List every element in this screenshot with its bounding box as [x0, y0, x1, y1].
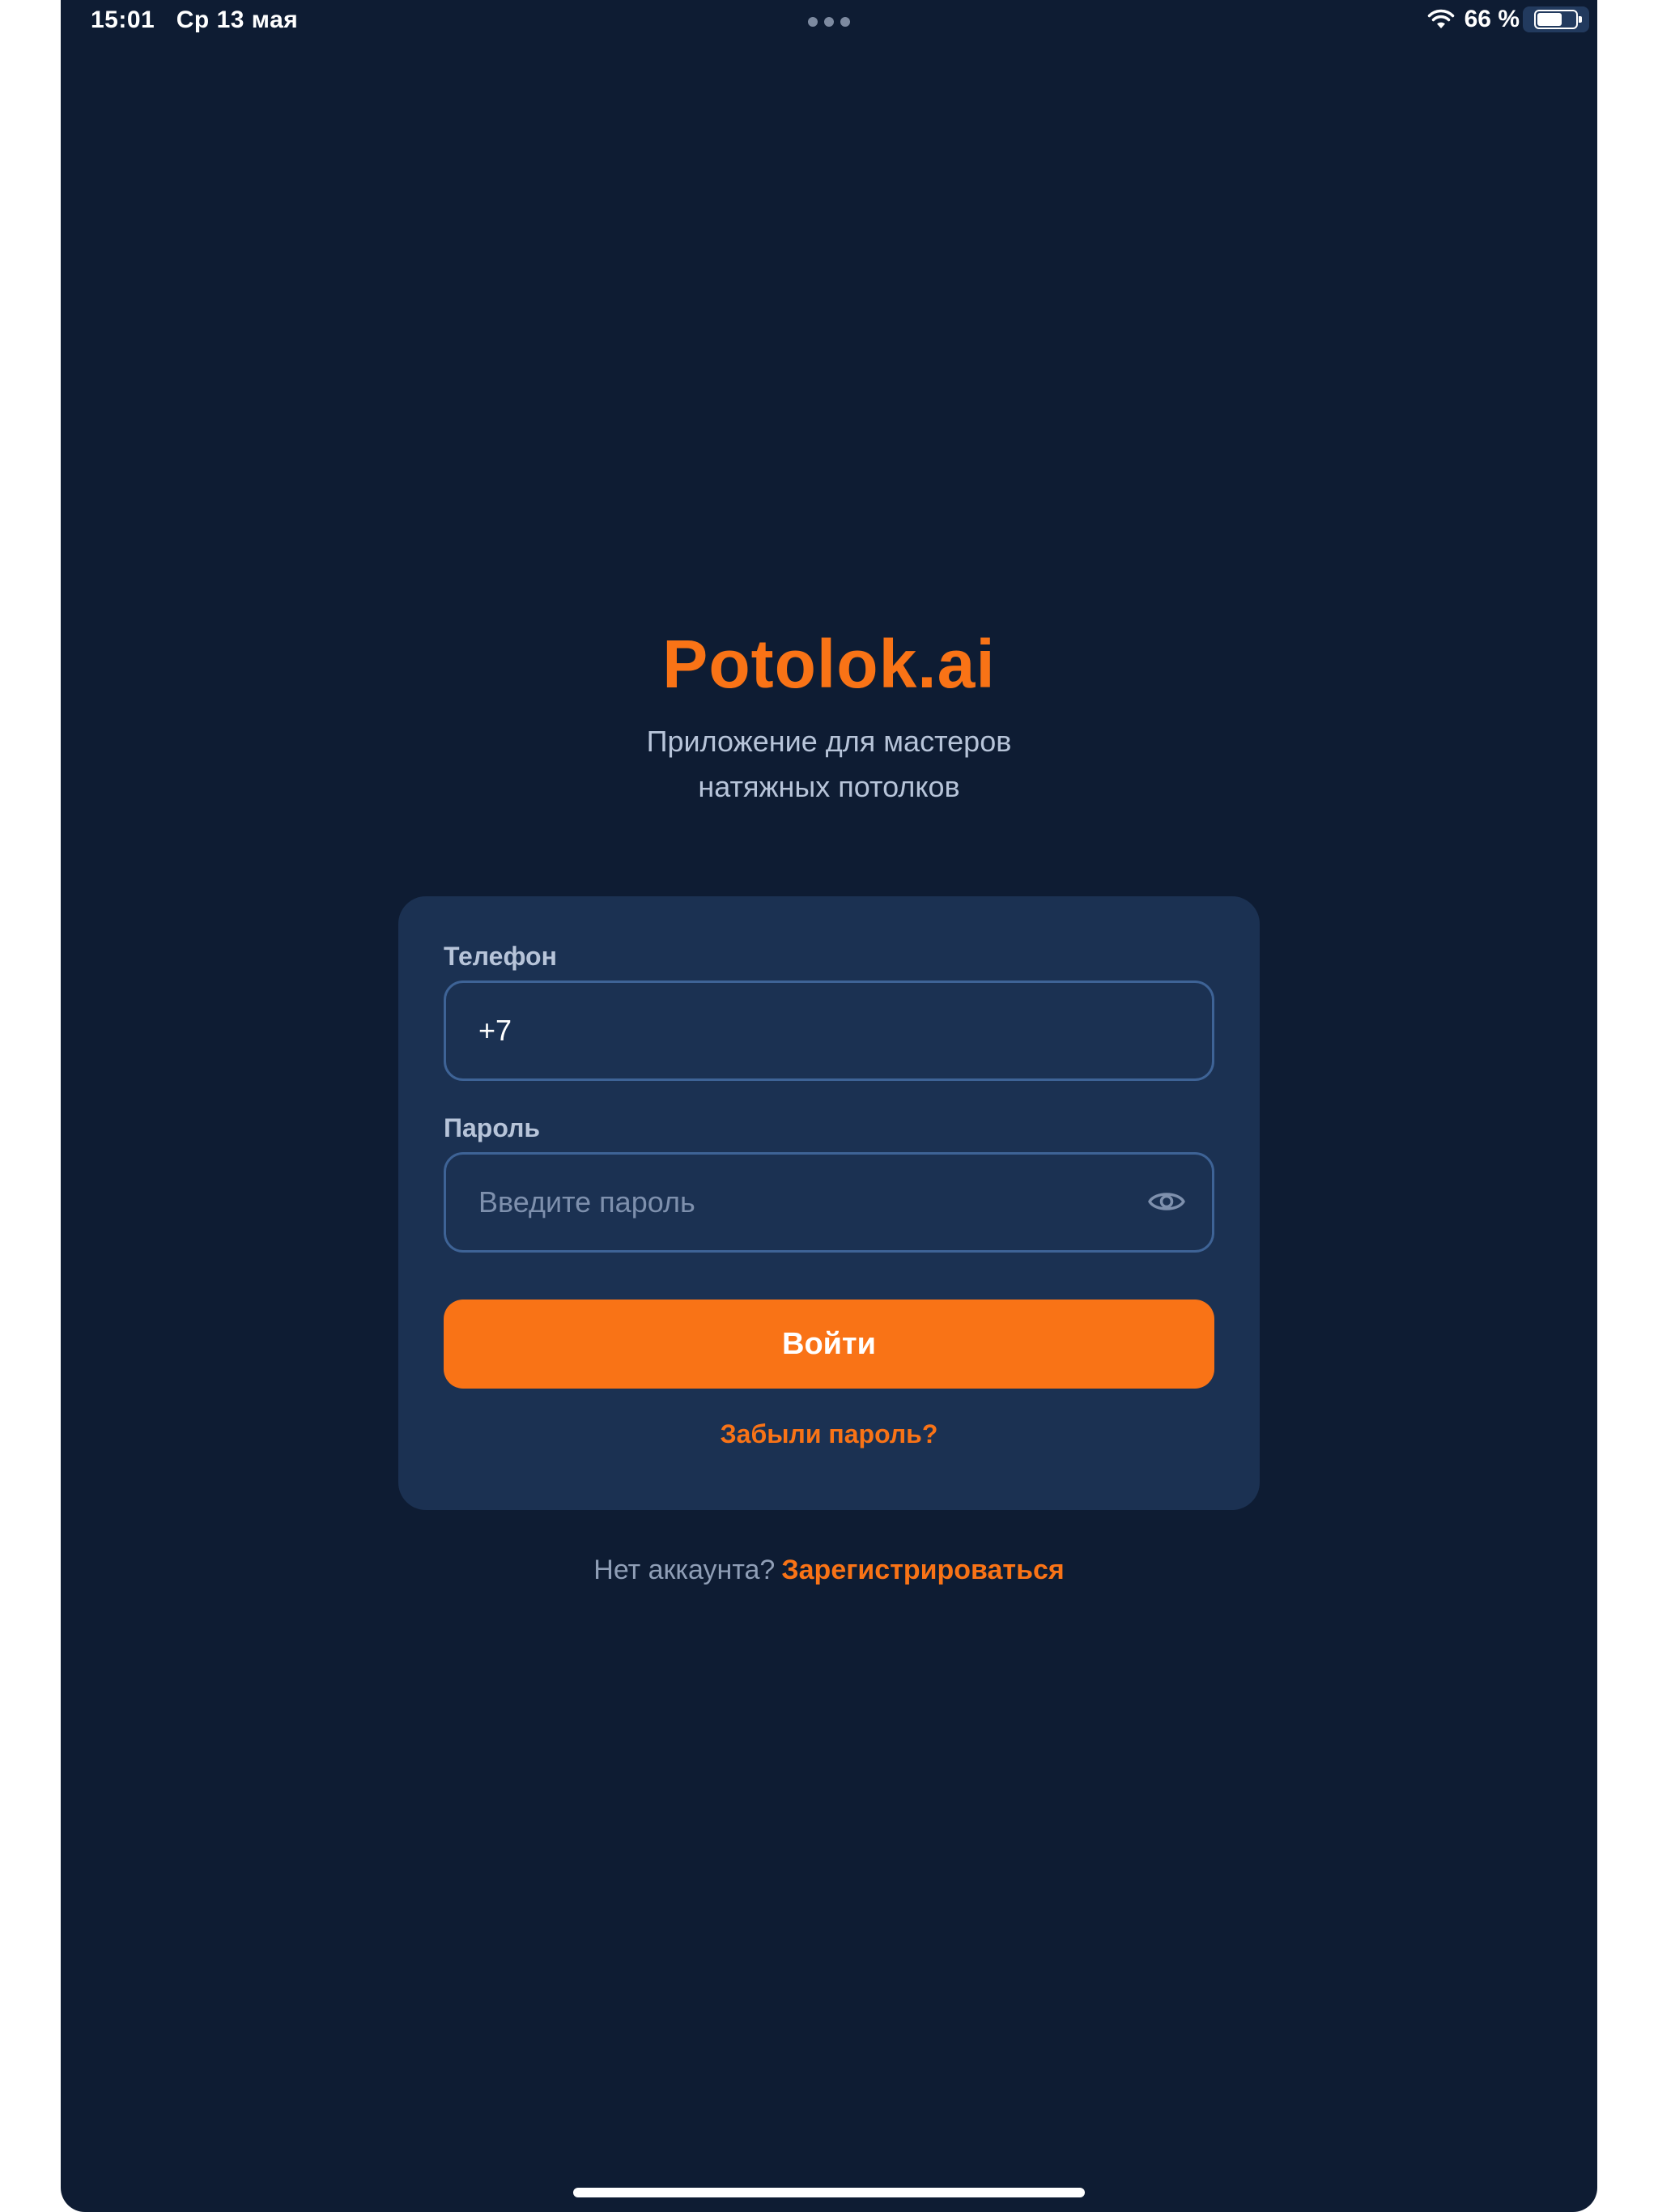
register-prompt: Нет аккаунта?	[593, 1555, 776, 1585]
password-placeholder: Введите пароль	[478, 1185, 695, 1219]
password-input[interactable]: Введите пароль	[444, 1152, 1214, 1253]
status-time: 15:01	[91, 6, 155, 33]
login-button[interactable]: Войти	[444, 1300, 1214, 1389]
battery-level-fill	[1537, 13, 1562, 26]
status-bar-right: 66 %	[1427, 5, 1589, 34]
phone-input-value: +7	[478, 1014, 512, 1047]
status-date: Ср 13 мая	[176, 6, 299, 33]
phone-input[interactable]: +7	[444, 981, 1214, 1081]
battery-indicator	[1523, 6, 1589, 32]
login-card: Телефон +7 Пароль Введите пароль Войти З…	[398, 896, 1260, 1510]
register-link[interactable]: Зарегистрироваться	[781, 1555, 1064, 1585]
battery-icon	[1534, 10, 1582, 29]
wifi-icon	[1427, 9, 1454, 28]
status-bar-time: 15:01 Ср 13 мая	[91, 6, 298, 34]
forgot-password-link[interactable]: Забыли пароль?	[398, 1419, 1260, 1449]
eye-icon[interactable]	[1147, 1185, 1186, 1218]
multitasking-dots-icon[interactable]	[808, 17, 850, 27]
login-screen: 15:01 Ср 13 мая 66 % Potolok.ai Приложен…	[61, 0, 1597, 2212]
phone-label: Телефон	[444, 942, 557, 971]
app-subtitle-line-1: Приложение для мастеров	[646, 725, 1012, 758]
app-title: Potolok.ai	[662, 626, 996, 702]
password-label: Пароль	[444, 1113, 541, 1142]
battery-percent: 66 %	[1464, 6, 1520, 32]
app-subtitle: Приложение для мастеров натяжных потолко…	[61, 719, 1597, 810]
register-row: Нет аккаунта? Зарегистрироваться	[61, 1555, 1597, 1586]
app-subtitle-line-2: натяжных потолков	[698, 770, 960, 803]
home-indicator[interactable]	[573, 2188, 1085, 2197]
